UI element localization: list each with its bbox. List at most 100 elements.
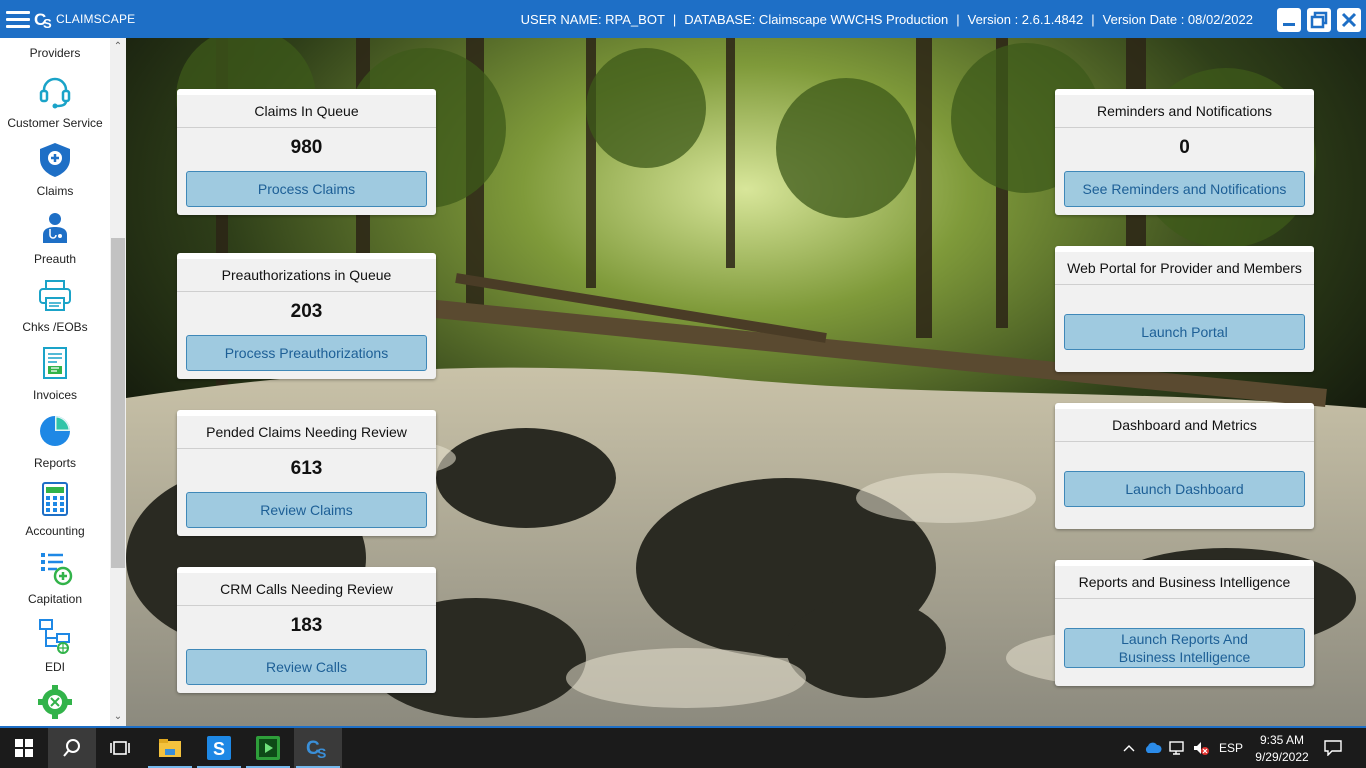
user-name-label: USER NAME: RPA_BOT xyxy=(520,12,665,27)
card-title: Claims In Queue xyxy=(177,90,436,128)
sidebar-item-customer-service[interactable]: Customer Service xyxy=(0,72,110,130)
card-title: Reports and Business Intelligence xyxy=(1055,561,1314,599)
calculator-icon xyxy=(42,482,68,516)
card-count: 203 xyxy=(290,301,323,322)
sidebar-scrollbar[interactable]: ⌃ ⌄ xyxy=(110,38,126,726)
launch-dashboard-button[interactable]: Launch Dashboard xyxy=(1064,471,1305,507)
card-count: 183 xyxy=(290,615,323,636)
claimscape-taskbar-button[interactable]: CS xyxy=(294,728,342,768)
pended-claims-card: Pended Claims Needing Review 613 Review … xyxy=(177,410,436,536)
card-title: Reminders and Notifications xyxy=(1055,90,1314,128)
web-portal-card: Web Portal for Provider and Members Laun… xyxy=(1055,246,1314,372)
process-preauthorizations-button[interactable]: Process Preauthorizations xyxy=(186,335,427,371)
play-icon xyxy=(256,736,280,760)
task-view-button[interactable] xyxy=(96,728,144,768)
card-title: Web Portal for Provider and Members xyxy=(1055,247,1314,285)
svg-text:S: S xyxy=(213,739,225,759)
sidebar-item-chks-eobs[interactable]: Chks /EOBs xyxy=(0,276,110,334)
show-hidden-icons-button[interactable] xyxy=(1118,728,1140,768)
folder-icon xyxy=(159,739,181,757)
app-name: CLAIMSCAPE xyxy=(56,12,136,26)
title-bar: C S CLAIMSCAPE USER NAME: RPA_BOT | DATABA… xyxy=(0,0,1366,38)
card-count: 980 xyxy=(290,137,323,158)
sidebar-nav: Providers Customer Service Claims Preaut… xyxy=(0,38,110,726)
session-info: USER NAME: RPA_BOT | DATABASE: Claimscape … xyxy=(521,12,1253,27)
clock-date: 9/29/2022 xyxy=(1255,750,1309,764)
sidebar-item-invoices[interactable]: Invoices xyxy=(0,344,110,402)
separator: | xyxy=(1091,12,1095,27)
invoice-icon xyxy=(43,347,67,379)
search-button[interactable] xyxy=(48,728,96,768)
list-plus-icon xyxy=(41,553,73,586)
card-count: 613 xyxy=(290,458,323,479)
sync-app-button[interactable]: S xyxy=(195,728,243,768)
sidebar-item-accounting[interactable]: Accounting xyxy=(0,480,110,538)
dashboard-metrics-card: Dashboard and Metrics Launch Dashboard xyxy=(1055,403,1314,529)
process-claims-button[interactable]: Process Claims xyxy=(186,171,427,207)
sidebar-item-label: Claims xyxy=(36,184,74,198)
onedrive-button[interactable] xyxy=(1142,728,1164,768)
preauthorizations-in-queue-card: Preauthorizations in Queue 203 Process P… xyxy=(177,253,436,379)
svg-text:S: S xyxy=(43,16,52,29)
review-calls-button[interactable]: Review Calls xyxy=(186,649,427,685)
sync-app-icon: S xyxy=(207,736,231,760)
sidebar-item-label: Reports xyxy=(33,456,77,470)
volume-muted-icon xyxy=(1194,742,1209,755)
card-count: 0 xyxy=(1179,137,1190,158)
sidebar-item-settings[interactable] xyxy=(0,684,110,724)
sidebar-item-providers[interactable]: Providers xyxy=(0,46,110,60)
sidebar-item-edi[interactable]: EDI xyxy=(0,616,110,674)
restore-icon xyxy=(1310,11,1328,29)
input-language-button[interactable]: ESP xyxy=(1216,728,1246,768)
hamburger-menu-icon[interactable] xyxy=(6,11,30,29)
card-title: Dashboard and Metrics xyxy=(1055,404,1314,442)
start-button[interactable] xyxy=(0,728,48,768)
sidebar-item-claims[interactable]: Claims xyxy=(0,140,110,198)
card-title: CRM Calls Needing Review xyxy=(177,568,436,606)
file-explorer-button[interactable] xyxy=(146,728,194,768)
pie-chart-icon xyxy=(40,416,70,446)
doctor-icon xyxy=(43,213,67,243)
sidebar-item-preauth[interactable]: Preauth xyxy=(0,208,110,266)
sidebar-item-reports[interactable]: Reports xyxy=(0,412,110,470)
claimscape-logo-icon: C S xyxy=(34,10,52,29)
launch-reports-bi-button[interactable]: Launch Reports And Business Intelligence xyxy=(1064,628,1305,668)
scroll-down-icon[interactable]: ⌄ xyxy=(113,712,123,722)
database-label: DATABASE: Claimscape WWCHS Production xyxy=(684,12,949,27)
claims-in-queue-card: Claims In Queue 980 Process Claims xyxy=(177,89,436,215)
close-button[interactable] xyxy=(1337,8,1361,32)
separator: | xyxy=(956,12,960,27)
clock-time: 9:35 AM xyxy=(1259,733,1305,747)
chevron-up-icon xyxy=(1123,745,1135,752)
version-label: Version : 2.6.1.4842 xyxy=(967,12,1084,27)
media-app-button[interactable] xyxy=(244,728,292,768)
network-status-button[interactable] xyxy=(1166,728,1188,768)
windows-taskbar: S CS ESP 9:35 AM 9/29/2022 xyxy=(0,726,1366,768)
volume-button[interactable] xyxy=(1190,728,1212,768)
settings-gear-icon xyxy=(38,685,72,719)
notifications-button[interactable] xyxy=(1320,728,1346,768)
headset-icon xyxy=(39,77,71,109)
windows-logo-icon xyxy=(15,739,33,757)
minimize-button[interactable] xyxy=(1277,8,1301,32)
sidebar-item-label: Accounting xyxy=(25,524,85,538)
system-clock[interactable]: 9:35 AM 9/29/2022 xyxy=(1252,732,1312,766)
network-icon xyxy=(39,619,70,654)
scroll-thumb[interactable] xyxy=(111,238,125,568)
launch-portal-button[interactable]: Launch Portal xyxy=(1064,314,1305,350)
restore-button[interactable] xyxy=(1307,8,1331,32)
sidebar-item-label: Chks /EOBs xyxy=(22,320,88,334)
see-reminders-button[interactable]: See Reminders and Notifications xyxy=(1064,171,1305,207)
notification-center-icon xyxy=(1324,740,1342,756)
task-view-icon xyxy=(110,741,130,755)
sidebar-item-label: Providers xyxy=(29,46,81,60)
printer-icon xyxy=(39,280,71,311)
scroll-up-icon[interactable]: ⌃ xyxy=(113,42,123,52)
sidebar-item-capitation[interactable]: Capitation xyxy=(0,548,110,606)
claimscape-icon: CS xyxy=(306,738,326,760)
sidebar-item-label: EDI xyxy=(44,660,65,674)
card-title: Pended Claims Needing Review xyxy=(177,411,436,449)
review-claims-button[interactable]: Review Claims xyxy=(186,492,427,528)
sidebar-item-label: Invoices xyxy=(32,388,78,402)
reports-bi-card: Reports and Business Intelligence Launch… xyxy=(1055,560,1314,686)
